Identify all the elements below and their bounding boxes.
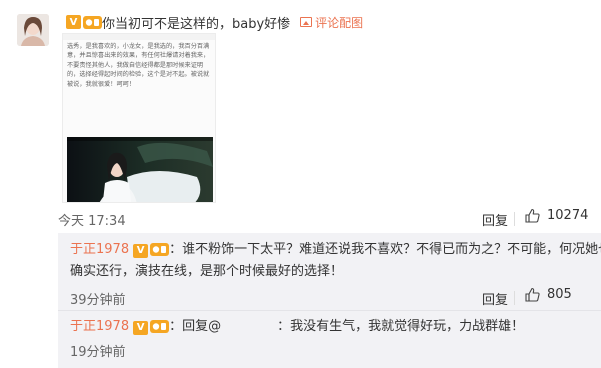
comment-text: 你当初可不是这样的，baby好惨 <box>102 16 291 32</box>
comment-time: 今天 17:34 <box>58 214 126 229</box>
reply-text-line2: 确实还行，演技在线，是那个时候最好的选择！ <box>70 264 344 279</box>
avatar[interactable] <box>17 14 49 46</box>
embedded-post-text: 选秀，是我喜欢的，小龙女，是我选的，我百分百满意，并且惊喜出来的效果，有任何社爆… <box>67 43 210 88</box>
avatar-image <box>17 14 49 46</box>
fan-badge-icon <box>150 319 170 334</box>
main-comment: V 你当初可不是这样的，baby好惨 评论配图 <box>62 9 363 35</box>
divider <box>514 212 515 226</box>
embedded-post-photo <box>67 137 213 202</box>
comment-image-link-label: 评论配图 <box>315 15 364 30</box>
comment-like-count: 10274 <box>547 208 589 223</box>
reply-text: ：我没有生气，我就觉得好玩，力战群雄！ <box>277 319 525 334</box>
reply-like-button[interactable]: 805 <box>525 287 572 302</box>
reply-username[interactable]: 于正1978 <box>70 319 129 334</box>
image-icon <box>300 17 313 27</box>
thumbs-up-icon <box>525 208 540 223</box>
reply-item: 于正1978 V ：回复@ ：我没有生气，我就觉得好玩，力战群雄！ <box>70 316 524 338</box>
reply-like-count: 805 <box>547 287 572 302</box>
reply-time: 39分钟前 <box>70 293 126 308</box>
embedded-post-image[interactable]: 选秀，是我喜欢的，小龙女，是我选的，我百分百满意，并且惊喜出来的效果，有任何社爆… <box>62 33 216 203</box>
reply-reply-button[interactable]: 回复 <box>482 289 508 308</box>
reply-username[interactable]: 于正1978 <box>70 242 129 257</box>
divider <box>58 310 601 311</box>
thumbs-up-icon <box>525 287 540 302</box>
embedded-photo-still <box>67 137 213 202</box>
comment-like-button[interactable]: 10274 <box>525 208 588 223</box>
comment-image-link[interactable]: 评论配图 <box>300 14 363 31</box>
reply-item: 于正1978 V ：谁不粉饰一下太平？难道还说我不喜欢？不得已而为之？不可能，何况她… <box>70 239 601 283</box>
verified-v-icon: V <box>133 244 149 258</box>
verified-v-icon: V <box>66 15 81 29</box>
reply-prefix: ：回复@ <box>169 319 222 334</box>
divider <box>514 291 515 305</box>
reply-time: 19分钟前 <box>70 345 126 360</box>
comment-reply-button[interactable]: 回复 <box>482 210 508 229</box>
reply-text-line1: ：谁不粉饰一下太平？难道还说我不喜欢？不得已而为之？不可能，何况她也 <box>169 242 601 257</box>
fan-badge-icon <box>83 15 102 30</box>
redacted-mention <box>221 320 277 334</box>
verified-v-icon: V <box>133 321 149 335</box>
fan-badge-icon <box>150 242 170 257</box>
